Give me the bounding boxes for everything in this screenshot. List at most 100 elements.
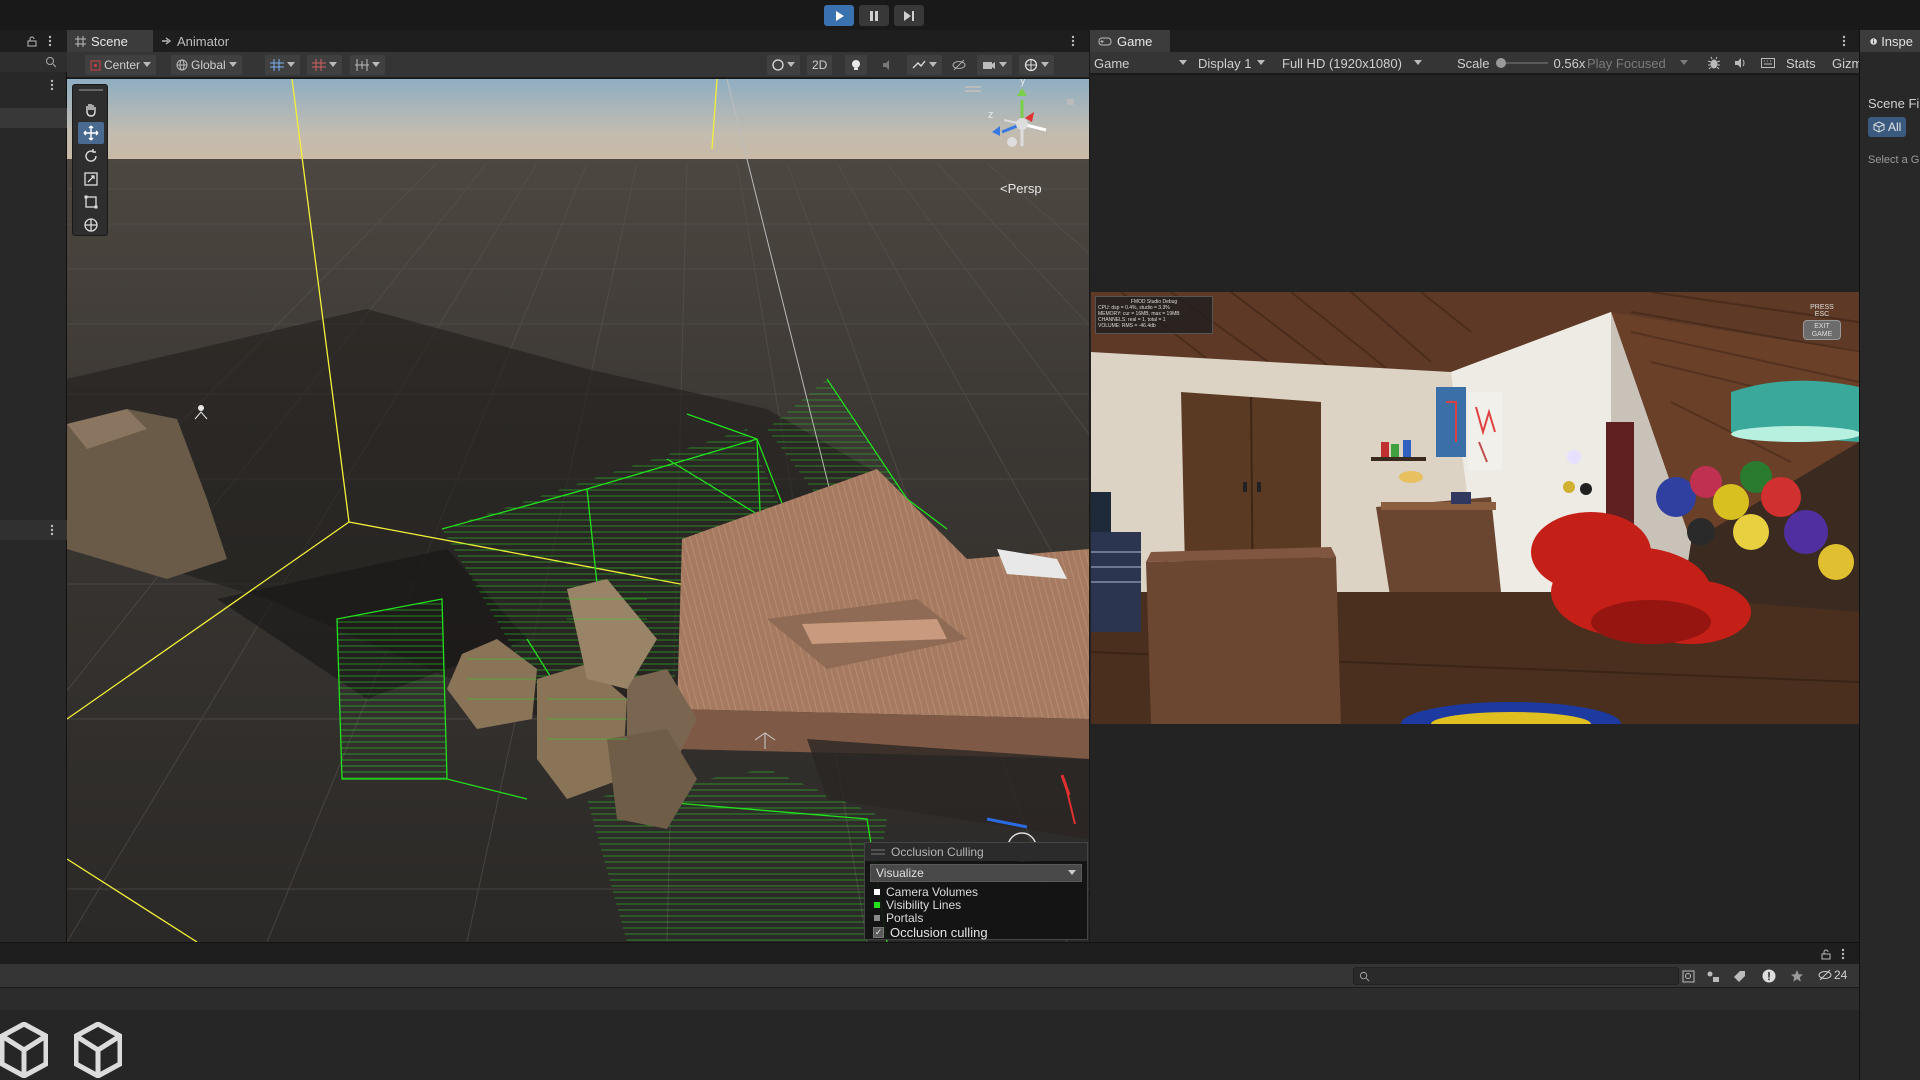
align-button[interactable] bbox=[350, 55, 385, 75]
scene-toolbar: Center Global 2D bbox=[67, 52, 1089, 78]
star-icon[interactable] bbox=[1790, 969, 1804, 983]
transform-tool-button[interactable] bbox=[78, 214, 104, 236]
more-icon[interactable] bbox=[1841, 948, 1845, 960]
tab-inspector[interactable]: Inspe bbox=[1860, 30, 1920, 52]
console-search-input[interactable] bbox=[1353, 967, 1679, 985]
pivot-icon bbox=[90, 60, 101, 70]
occlusion-overlay-title: Occlusion Culling bbox=[891, 845, 984, 859]
resolution-label: Full HD (1920x1080) bbox=[1282, 55, 1402, 71]
occlusion-culling-checkbox[interactable]: ✓ bbox=[873, 927, 884, 938]
effects-dropdown[interactable] bbox=[907, 55, 942, 75]
stats-button[interactable]: Stats bbox=[1786, 52, 1816, 74]
hierarchy-item[interactable] bbox=[0, 108, 67, 128]
tab-game[interactable]: Game bbox=[1090, 30, 1170, 52]
more-icon[interactable] bbox=[1071, 35, 1075, 47]
shortcuts-button[interactable] bbox=[1761, 52, 1775, 74]
occlusion-overlay-header[interactable]: Occlusion Culling bbox=[865, 843, 1087, 861]
view-dropdown[interactable]: Game bbox=[1094, 52, 1188, 74]
fmod-debug-line: VOLUME: RMS = -46.4db bbox=[1098, 323, 1156, 329]
unity-logo-icon[interactable] bbox=[74, 1022, 122, 1078]
move-tool-button[interactable] bbox=[78, 122, 104, 144]
grid-snap-button[interactable] bbox=[265, 55, 300, 75]
light-bulb-icon bbox=[852, 60, 860, 70]
gizmos-toggle[interactable]: Gizm bbox=[1832, 52, 1862, 74]
error-icon[interactable] bbox=[1762, 969, 1776, 983]
hierarchy-search-row[interactable] bbox=[0, 52, 67, 72]
more-icon[interactable] bbox=[1842, 35, 1846, 47]
inspector-hint: Select a G bbox=[1868, 154, 1920, 166]
filter-type-icon[interactable] bbox=[1706, 970, 1720, 983]
draw-mode-dropdown[interactable] bbox=[767, 55, 800, 75]
scene-viewport[interactable]: y z bbox=[67, 79, 1089, 942]
tab-inspector-label: Inspe bbox=[1881, 33, 1913, 49]
search-icon bbox=[1359, 971, 1370, 982]
play-toolbar bbox=[0, 0, 1920, 30]
occlusion-mode-dropdown[interactable]: Visualize bbox=[870, 864, 1082, 882]
chevron-down-icon bbox=[1041, 62, 1049, 67]
scale-tool-button[interactable] bbox=[78, 168, 104, 190]
hierarchy-item[interactable] bbox=[0, 520, 67, 540]
filter-all-button[interactable]: All bbox=[1868, 117, 1907, 137]
camera-dropdown[interactable] bbox=[977, 55, 1012, 75]
legend-swatch bbox=[874, 914, 880, 921]
chevron-down-icon bbox=[1179, 60, 1188, 65]
axis-y-label: y bbox=[1020, 79, 1026, 87]
scale-label: Scale bbox=[1457, 55, 1490, 71]
occlusion-culling-checkbox-row[interactable]: ✓ Occlusion culling bbox=[865, 924, 1087, 941]
more-icon[interactable] bbox=[48, 35, 52, 47]
play-button[interactable] bbox=[824, 5, 854, 26]
audio-toggle[interactable] bbox=[877, 55, 899, 75]
mute-audio-button[interactable] bbox=[1734, 52, 1748, 74]
resolution-dropdown[interactable]: Full HD (1920x1080) bbox=[1282, 52, 1422, 74]
gamepad-icon bbox=[1098, 37, 1112, 46]
frame-debugger-button[interactable] bbox=[1707, 52, 1721, 74]
pause-button[interactable] bbox=[859, 5, 889, 26]
pivot-dropdown[interactable]: Center bbox=[85, 55, 157, 75]
chevron-down-icon bbox=[287, 62, 295, 67]
rect-icon bbox=[84, 195, 98, 209]
scene-visibility-toggle[interactable] bbox=[947, 55, 971, 75]
hand-tool-button[interactable] bbox=[78, 99, 104, 121]
chevron-down-icon bbox=[1413, 60, 1422, 65]
speaker-icon bbox=[1735, 58, 1745, 68]
unity-logo-icon[interactable] bbox=[0, 1022, 48, 1078]
legend-visibility-lines-label: Visibility Lines bbox=[886, 897, 962, 912]
step-button[interactable] bbox=[894, 5, 924, 26]
increment-snap-button[interactable] bbox=[307, 55, 342, 75]
fmod-debug-overlay: FMOD Studio Debug CPU: dsp = 0.4%, studi… bbox=[1095, 296, 1213, 334]
space-dropdown[interactable]: Global bbox=[171, 55, 242, 75]
tab-scene[interactable]: Scene bbox=[67, 30, 153, 52]
scale-slider[interactable] bbox=[1495, 57, 1548, 69]
label-icon[interactable] bbox=[1733, 970, 1746, 983]
exit-game-button[interactable]: EXIT GAME bbox=[1803, 320, 1841, 340]
eye-hidden-icon bbox=[1818, 969, 1832, 981]
gizmos-dropdown[interactable] bbox=[1019, 55, 1054, 75]
rotate-tool-button[interactable] bbox=[78, 145, 104, 167]
tab-scene-label: Scene bbox=[91, 33, 128, 49]
lock-icon[interactable] bbox=[1820, 948, 1832, 960]
display-dropdown[interactable]: Display 1 bbox=[1198, 52, 1266, 74]
game-render bbox=[1091, 292, 1859, 724]
mode-2d-button[interactable]: 2D bbox=[807, 55, 833, 75]
search-options-icon[interactable] bbox=[1682, 970, 1695, 983]
hierarchy-options-row[interactable] bbox=[0, 74, 67, 94]
perspective-chevron-icon: < bbox=[1000, 181, 1008, 196]
scale-control: Scale 0.56x bbox=[1457, 52, 1585, 74]
more-icon[interactable] bbox=[50, 524, 54, 536]
console-row[interactable] bbox=[0, 988, 1859, 1010]
legend-camera-volumes: Camera Volumes bbox=[865, 885, 1087, 899]
tool-strip-handle[interactable] bbox=[79, 89, 103, 91]
rect-tool-button[interactable] bbox=[78, 191, 104, 213]
filter-all-label: All bbox=[1888, 120, 1902, 134]
tab-animator[interactable]: Animator bbox=[153, 30, 237, 52]
play-mode-dropdown[interactable]: Play Focused bbox=[1587, 52, 1688, 74]
bug-icon bbox=[1707, 56, 1721, 70]
snap-increment-icon bbox=[312, 59, 326, 71]
lighting-toggle[interactable] bbox=[845, 55, 867, 75]
game-view[interactable] bbox=[1091, 292, 1859, 724]
perspective-toggle[interactable]: <Persp bbox=[1000, 181, 1042, 196]
lock-icon[interactable] bbox=[26, 35, 38, 47]
hidden-count[interactable]: 24 bbox=[1818, 968, 1847, 982]
more-icon[interactable] bbox=[50, 79, 54, 91]
scale-slider-thumb[interactable] bbox=[1495, 58, 1506, 68]
